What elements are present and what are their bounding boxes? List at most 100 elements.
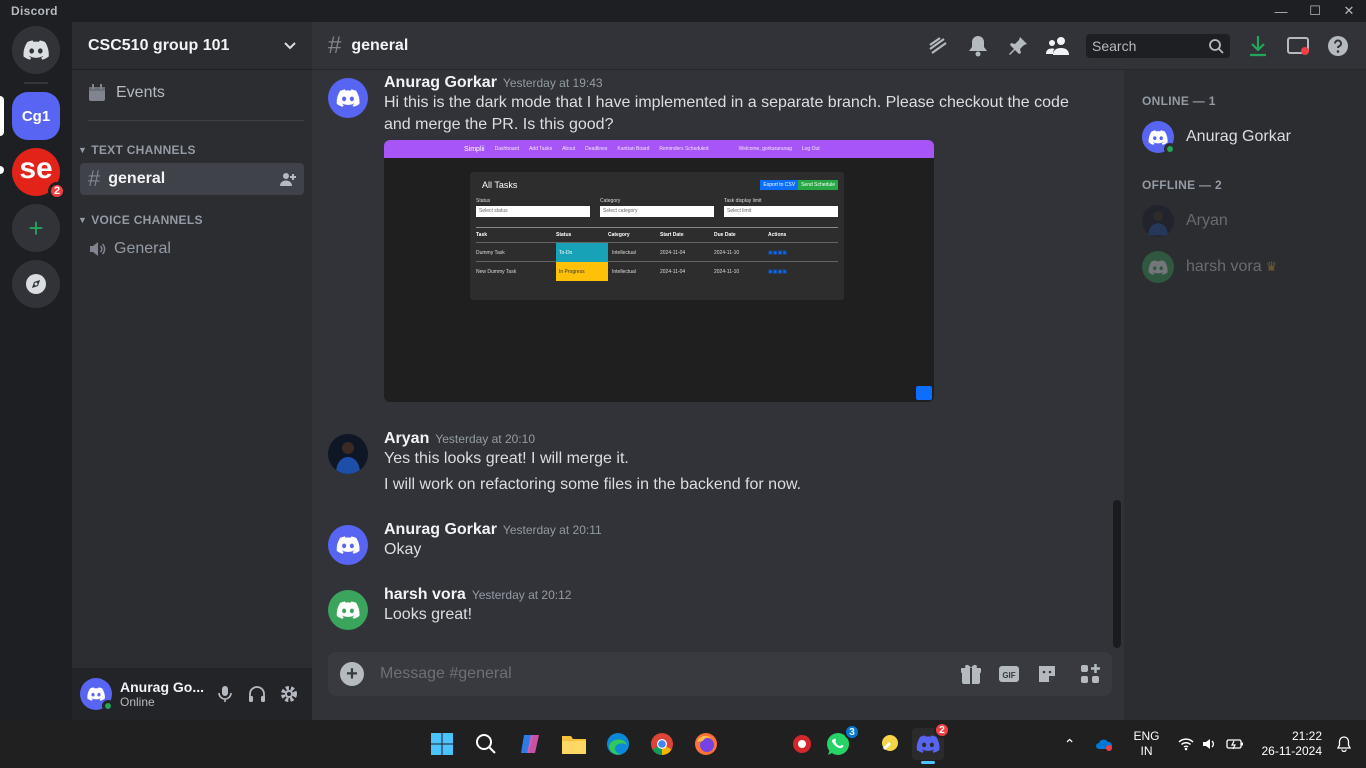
clock-time: 21:22 bbox=[1291, 729, 1322, 743]
folder-icon bbox=[562, 736, 586, 754]
voice-channel-general[interactable]: General bbox=[80, 233, 304, 265]
message-text: Yes this looks great! I will merge it. bbox=[384, 450, 629, 467]
message-text: Hi this is the dark mode that I have imp… bbox=[384, 94, 1069, 111]
online-header: ONLINE — 1 bbox=[1142, 94, 1216, 108]
edge-button[interactable] bbox=[604, 730, 632, 758]
discord-logo-icon bbox=[336, 601, 360, 619]
hash-icon: # bbox=[328, 31, 342, 59]
start-button[interactable] bbox=[428, 730, 456, 758]
user-status: Online bbox=[120, 695, 155, 709]
gif-icon[interactable]: GIF bbox=[998, 663, 1020, 685]
attachment-nav-item: Kanban Board bbox=[617, 146, 650, 152]
offline-header: OFFLINE — 2 bbox=[1142, 178, 1222, 192]
member-item[interactable]: Aryan bbox=[1142, 198, 1358, 244]
attachment-filter-value: Select limit bbox=[724, 206, 838, 217]
user-avatar[interactable] bbox=[80, 678, 114, 712]
minimize-button[interactable]: — bbox=[1264, 0, 1298, 22]
gift-icon[interactable] bbox=[960, 663, 982, 685]
message-input[interactable]: Message #general bbox=[380, 665, 960, 683]
guild-cg1[interactable]: Cg1 bbox=[12, 92, 60, 140]
attachment-table-row: New Dummy Task In Progress Intellectual 202… bbox=[476, 261, 838, 281]
user-info[interactable]: Anurag Go... Online bbox=[120, 679, 216, 709]
user-panel: Anurag Go... Online bbox=[72, 668, 312, 720]
sticker-icon[interactable] bbox=[1036, 663, 1058, 685]
server-header[interactable]: CSC510 group 101 bbox=[72, 22, 312, 70]
plus-icon: + bbox=[346, 662, 358, 685]
message-timestamp: Yesterday at 20:12 bbox=[471, 588, 572, 602]
notifications-button[interactable] bbox=[966, 34, 990, 58]
explore-button[interactable] bbox=[12, 260, 60, 308]
onedrive-icon[interactable] bbox=[1095, 737, 1113, 751]
language-indicator[interactable]: ENG IN bbox=[1133, 729, 1159, 759]
pinned-messages-button[interactable] bbox=[1006, 34, 1030, 58]
attachment-nav-item: Add Tasks bbox=[529, 146, 553, 152]
notification-bell-icon[interactable] bbox=[1336, 736, 1352, 752]
chevron-down-icon: ▼ bbox=[78, 215, 88, 225]
taskbar: 3 2 ⌃ ENG IN 21:22 26-11-2024 bbox=[0, 720, 1366, 768]
app-button[interactable] bbox=[788, 730, 816, 758]
app-button[interactable] bbox=[876, 730, 904, 758]
attachment-nav-item: Deadlines bbox=[585, 146, 608, 152]
unread-indicator bbox=[0, 166, 4, 174]
direct-messages-button[interactable] bbox=[12, 26, 60, 74]
clock[interactable]: 21:22 26-11-2024 bbox=[1262, 729, 1323, 759]
attachment-table-header: Task Status Category Start Date Due Date Acti… bbox=[476, 227, 838, 238]
taskbar-search-button[interactable] bbox=[472, 730, 500, 758]
author-avatar[interactable] bbox=[328, 434, 368, 474]
apps-icon bbox=[1081, 664, 1100, 683]
message-author[interactable]: harsh vora bbox=[384, 586, 466, 603]
add-server-button[interactable]: + bbox=[12, 204, 60, 252]
user-photo-icon bbox=[1142, 205, 1174, 237]
file-explorer-button[interactable] bbox=[560, 730, 588, 758]
search-input[interactable]: Search bbox=[1086, 34, 1230, 58]
text-channels-category[interactable]: ▼ TEXT CHANNELS bbox=[78, 143, 312, 157]
discord-taskbar-button[interactable]: 2 bbox=[912, 722, 950, 764]
window-controls: — ☐ ✕ bbox=[1264, 0, 1366, 22]
search-icon bbox=[1209, 39, 1224, 54]
chrome-button[interactable] bbox=[648, 730, 676, 758]
events-item[interactable]: Events bbox=[88, 84, 304, 121]
message-text: and merge the PR. Is this good? bbox=[384, 116, 614, 133]
member-item[interactable]: Anurag Gorkar bbox=[1142, 114, 1358, 160]
download-button[interactable] bbox=[1246, 34, 1270, 58]
attach-plus-button[interactable]: + bbox=[340, 662, 364, 686]
maximize-button[interactable]: ☐ bbox=[1298, 0, 1332, 22]
member-item[interactable]: harsh vora ♛ bbox=[1142, 244, 1358, 290]
quick-settings[interactable] bbox=[1177, 737, 1244, 751]
message: Anurag Gorkar Yesterday at 19:43 Hi this … bbox=[328, 74, 1108, 402]
attachment-nav-item: Log Out bbox=[801, 146, 820, 152]
guild-se[interactable]: se 2 bbox=[12, 148, 66, 200]
clock-date: 26-11-2024 bbox=[1261, 744, 1323, 758]
image-attachment[interactable]: Simplii Dashboard Add Tasks About Deadli… bbox=[384, 140, 934, 402]
inbox-button[interactable] bbox=[1286, 34, 1310, 58]
chat-area: # general Search Anurag Gorkar Yesterday… bbox=[312, 22, 1366, 720]
message-author[interactable]: Anurag Gorkar bbox=[384, 74, 497, 91]
guild-separator bbox=[24, 82, 48, 84]
message-author[interactable]: Anurag Gorkar bbox=[384, 521, 497, 538]
bell-icon bbox=[969, 36, 987, 57]
whatsapp-button[interactable]: 3 bbox=[824, 724, 860, 758]
message: Aryan Yesterday at 20:10 Yes this looks g… bbox=[328, 430, 1108, 496]
close-button[interactable]: ✕ bbox=[1332, 0, 1366, 22]
microphone-icon bbox=[218, 686, 232, 702]
author-avatar[interactable] bbox=[328, 78, 368, 118]
message-author[interactable]: Aryan bbox=[384, 430, 429, 447]
author-avatar[interactable] bbox=[328, 525, 368, 565]
firefox-button[interactable] bbox=[692, 730, 720, 758]
voice-channels-category[interactable]: ▼ VOICE CHANNELS bbox=[78, 213, 312, 227]
online-status-dot bbox=[102, 700, 114, 712]
message-scrollbar[interactable] bbox=[1113, 500, 1121, 648]
dark-mode-toggle-icon bbox=[916, 386, 932, 400]
channel-title: general bbox=[351, 36, 409, 54]
channel-general[interactable]: # general bbox=[80, 163, 304, 195]
copilot-button[interactable] bbox=[516, 730, 544, 758]
chevron-up-icon[interactable]: ⌃ bbox=[1064, 736, 1076, 753]
author-avatar[interactable] bbox=[328, 590, 368, 630]
help-button[interactable] bbox=[1326, 34, 1350, 58]
member-list-button[interactable] bbox=[1046, 34, 1070, 58]
apps-button[interactable] bbox=[1068, 652, 1112, 696]
channel-header: # general Search bbox=[312, 22, 1366, 70]
threads-button[interactable] bbox=[926, 34, 950, 58]
screen-share-icon bbox=[1287, 37, 1309, 55]
attachment-nav-item: Reminders Scheduled bbox=[659, 146, 709, 152]
